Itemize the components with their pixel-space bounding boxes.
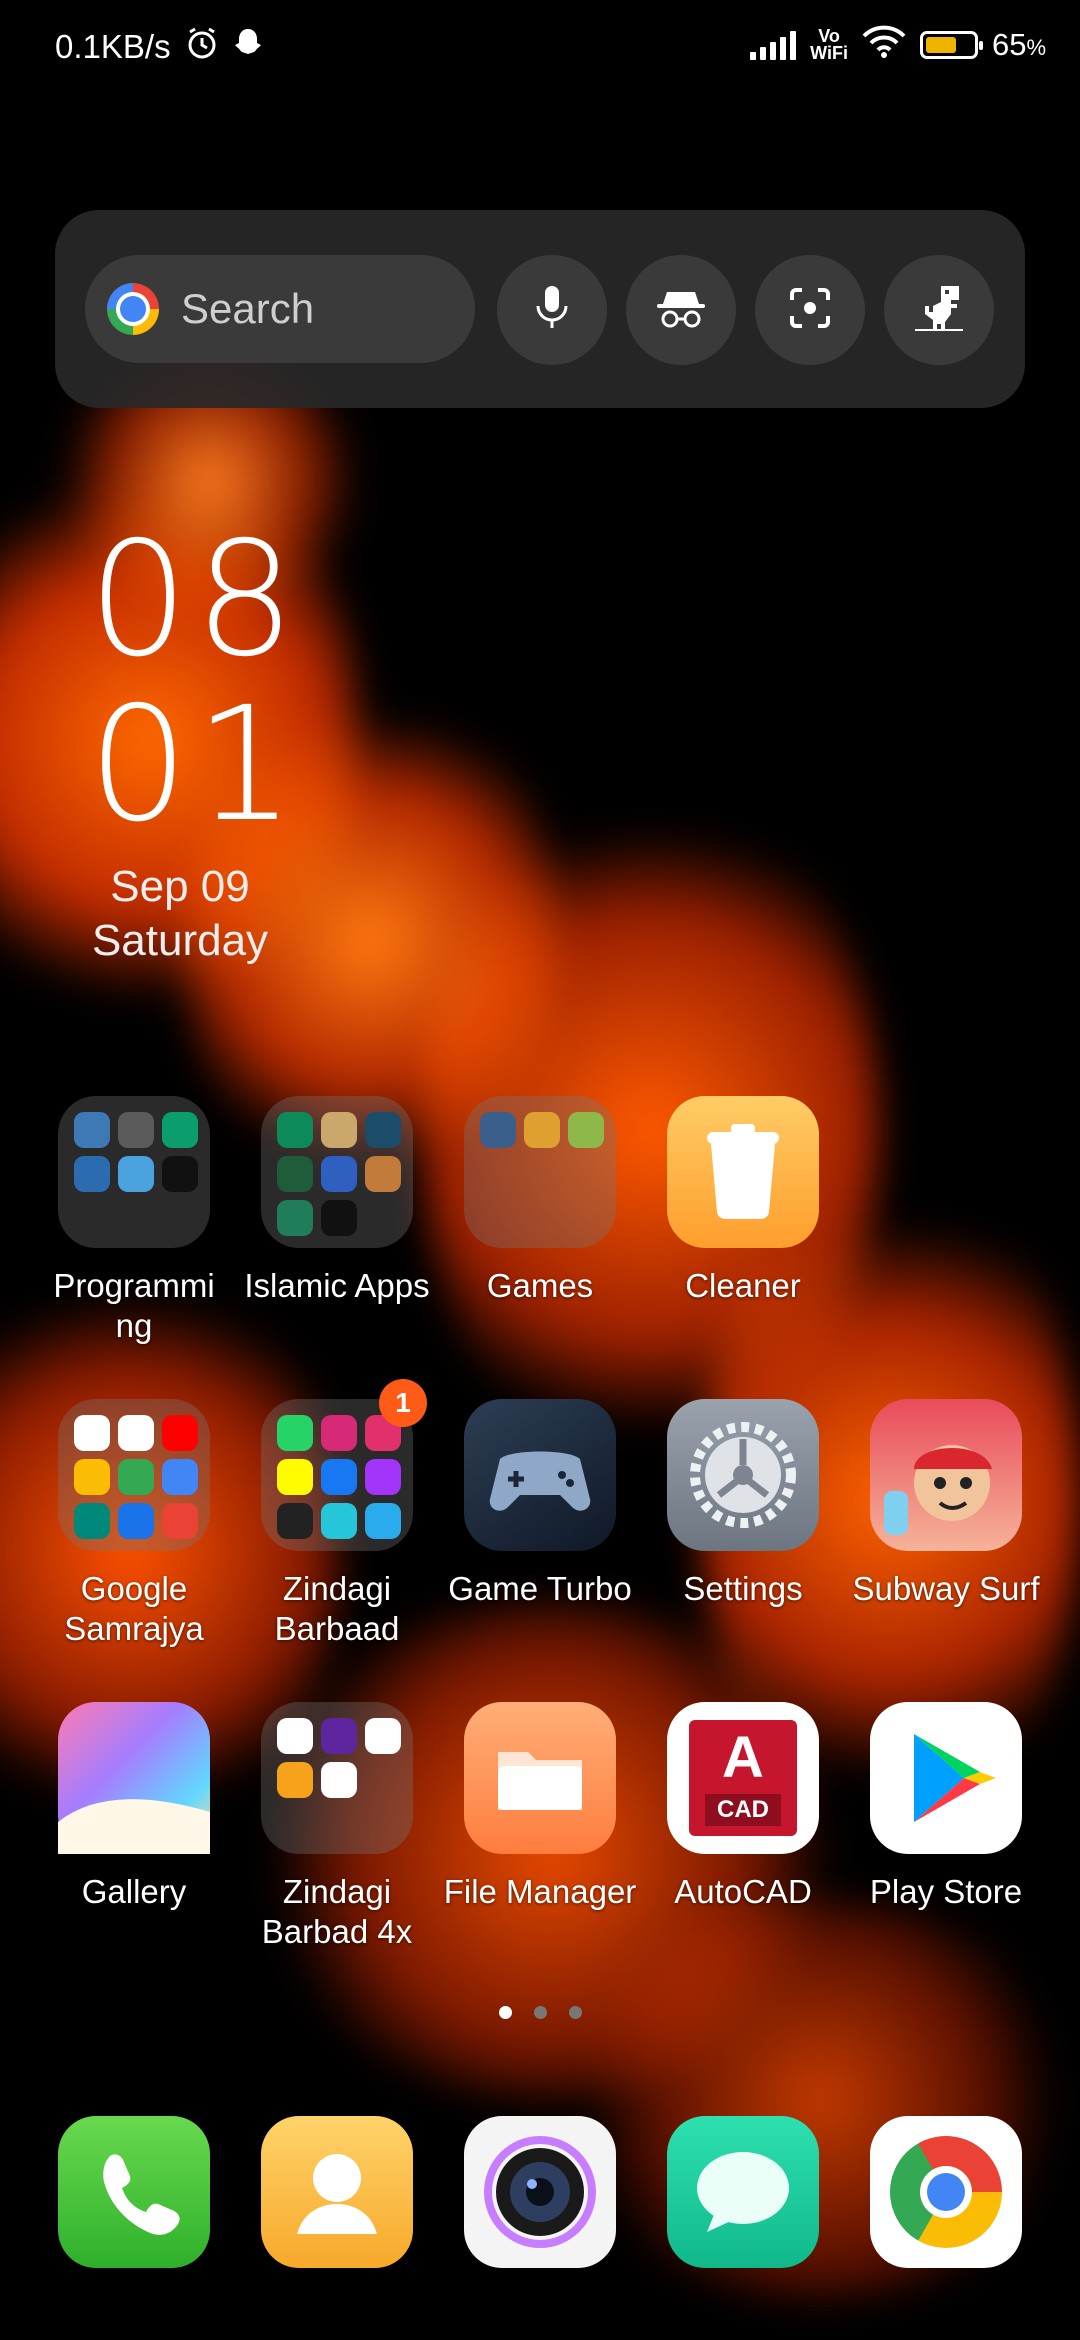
folder-icon [58,1399,210,1551]
folder-open-icon [464,1702,616,1854]
voice-search-button[interactable] [497,255,607,365]
dock-contacts[interactable] [237,2116,437,2268]
app-play-store[interactable]: Play Store [846,1702,1046,1912]
signal-icon [750,30,797,60]
folder-icon [261,1096,413,1248]
camera-icon [464,2116,616,2268]
folder-google-samrajya[interactable]: Google Samrajya [34,1399,234,1649]
folder-zindagi-barbad-4x[interactable]: Zindagi Barbad 4x [237,1702,437,1952]
lens-icon [788,286,832,335]
folder-games[interactable]: Games [440,1096,640,1306]
folder-icon [58,1096,210,1248]
dock-messages[interactable] [643,2116,843,2268]
vowifi-indicator: Vo WiFi [810,26,848,63]
autocad-icon: A CAD [667,1702,819,1854]
cleaner-icon [667,1096,819,1248]
app-file-manager[interactable]: File Manager [440,1702,640,1912]
search-widget: Search [55,210,1025,408]
app-subway-surf[interactable]: Subway Surf [846,1399,1046,1609]
dino-icon [913,282,965,339]
dock-chrome[interactable] [846,2116,1046,2268]
network-speed: 0.1KB/s [55,28,171,65]
phone-icon [58,2116,210,2268]
subway-surf-icon [870,1399,1022,1551]
google-logo-icon [107,283,159,335]
clock-date: Sep 09 Saturday [60,860,300,968]
mic-icon [532,284,572,337]
incognito-button[interactable] [626,255,736,365]
search-bar[interactable]: Search [85,255,475,363]
dock-camera[interactable] [440,2116,640,2268]
search-placeholder: Search [181,285,315,332]
clock-hours: 08 [88,508,302,692]
day-label: Saturday [91,916,269,965]
battery-icon [919,31,983,59]
folder-icon: 1 [261,1379,427,1551]
gallery-icon [58,1702,210,1854]
folder-icon [261,1702,413,1854]
chrome-icon [870,2116,1022,2268]
contacts-icon [261,2116,413,2268]
messages-icon [667,2116,819,2268]
wifi-icon [862,24,906,66]
lens-button[interactable] [755,255,865,365]
date-label: Sep 09 [110,862,250,911]
clock-minutes: 01 [88,673,302,857]
page-dot [498,2006,512,2019]
folder-islamic-apps[interactable]: Islamic Apps [237,1096,437,1306]
gear-icon [667,1399,819,1551]
app-game-turbo[interactable]: Game Turbo [440,1399,640,1609]
folder-programming[interactable]: Programmi ng [34,1096,234,1346]
app-settings[interactable]: Settings [643,1399,843,1609]
notification-badge: 1 [379,1379,427,1427]
incognito-icon [653,286,709,335]
status-bar: 0.1KB/s Vo WiFi 65% [0,0,1080,96]
battery-percent: 65% [991,27,1046,62]
folder-zindagi-barbaad[interactable]: 1 Zindagi Barbaad [237,1379,437,1649]
app-gallery[interactable]: Gallery [34,1702,234,1912]
page-dot [568,2006,582,2019]
snapchat-ghost-icon [233,27,263,67]
play-store-icon [870,1702,1022,1854]
alarm-icon [185,26,219,68]
app-cleaner[interactable]: Cleaner [643,1096,843,1306]
gamepad-icon [464,1399,616,1551]
page-dot [533,2006,547,2019]
app-autocad[interactable]: A CAD AutoCAD [643,1702,843,1912]
dino-game-button[interactable] [884,255,994,365]
folder-icon [464,1096,616,1248]
page-indicator[interactable] [0,2006,1080,2019]
dock-phone[interactable] [34,2116,234,2268]
